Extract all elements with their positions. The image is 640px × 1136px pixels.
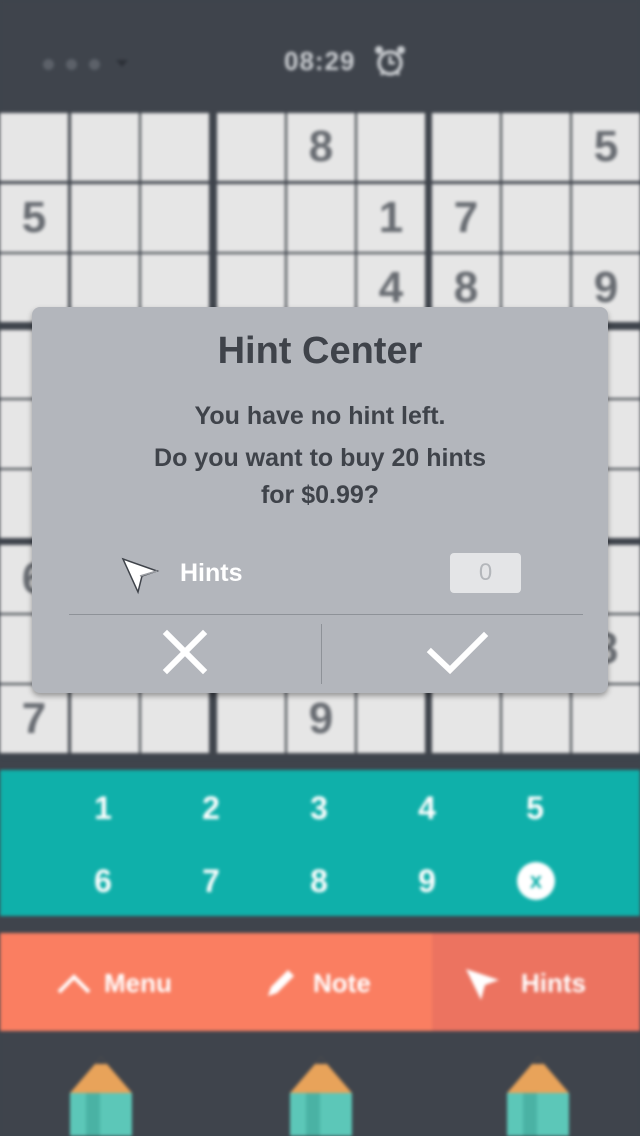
sudoku-cell[interactable] (71, 184, 139, 252)
sudoku-cell[interactable] (141, 685, 209, 753)
key-2[interactable]: 2 (181, 790, 241, 827)
cursor-arrow-icon (466, 969, 499, 1000)
sudoku-cell[interactable] (502, 685, 570, 753)
pencil-graphic (70, 1057, 132, 1136)
pencil-icon (268, 970, 294, 996)
sudoku-cell[interactable] (217, 184, 285, 252)
key-5[interactable]: 5 (505, 790, 565, 827)
chevron-down-icon (116, 60, 128, 67)
key-7[interactable]: 7 (181, 863, 241, 900)
sudoku-cell[interactable] (502, 184, 570, 252)
sudoku-cell[interactable] (217, 113, 285, 181)
dialog-divider (69, 614, 583, 615)
dialog-button-divider (321, 624, 322, 684)
sudoku-cell[interactable] (71, 685, 139, 753)
sudoku-cell[interactable]: 8 (287, 113, 355, 181)
dialog-hints-label: Hints (180, 559, 243, 587)
sudoku-cell[interactable] (141, 113, 209, 181)
alarm-clock-icon[interactable] (372, 43, 408, 79)
sudoku-cell[interactable]: 5 (0, 184, 68, 252)
sudoku-cell[interactable] (432, 113, 500, 181)
sudoku-cell[interactable] (432, 685, 500, 753)
checkmark-icon (426, 631, 489, 675)
key-4[interactable]: 4 (397, 790, 457, 827)
key-3[interactable]: 3 (289, 790, 349, 827)
sudoku-cell[interactable] (572, 184, 640, 252)
sudoku-cell[interactable] (502, 113, 570, 181)
sudoku-cell[interactable] (71, 113, 139, 181)
sudoku-cell[interactable] (217, 685, 285, 753)
sudoku-cell[interactable] (572, 685, 640, 753)
sudoku-cell[interactable] (0, 113, 68, 181)
key-9[interactable]: 9 (397, 863, 457, 900)
dialog-message-line-3: for $0.99? (260, 481, 380, 509)
sudoku-cell[interactable]: 5 (572, 113, 640, 181)
dialog-message-line-1: You have no hint left. (194, 402, 446, 430)
sudoku-cell[interactable]: 9 (287, 685, 355, 753)
erase-icon[interactable]: x (517, 862, 555, 900)
key-6[interactable]: 6 (73, 863, 133, 900)
cursor-arrow-icon (121, 557, 160, 595)
note-button[interactable]: Note (313, 968, 371, 999)
pencil-graphic (290, 1057, 352, 1136)
sudoku-cell[interactable]: 1 (357, 184, 425, 252)
page-dots[interactable] (43, 57, 128, 75)
chevron-up-icon (57, 974, 91, 994)
sudoku-cell[interactable]: 7 (432, 184, 500, 252)
sudoku-cell[interactable]: 7 (0, 685, 68, 753)
confirm-button[interactable] (412, 620, 502, 686)
cancel-button[interactable] (140, 620, 230, 686)
close-icon (162, 629, 208, 675)
dialog-message-line-2: Do you want to buy 20 hints (154, 444, 486, 472)
key-8[interactable]: 8 (289, 863, 349, 900)
sudoku-cell[interactable] (357, 685, 425, 753)
sudoku-cell[interactable] (141, 184, 209, 252)
hints-count-badge: 0 (450, 553, 521, 593)
pencil-decoration (0, 1031, 640, 1136)
sudoku-cell[interactable] (357, 113, 425, 181)
dialog-title: Hint Center (217, 330, 423, 372)
pencil-graphic (507, 1057, 569, 1136)
key-1[interactable]: 1 (73, 790, 133, 827)
menu-button[interactable]: Menu (104, 968, 172, 999)
game-timer: 08:29 (284, 46, 356, 76)
top-bar: 08:29 (0, 0, 640, 113)
sudoku-cell[interactable] (287, 184, 355, 252)
hints-button[interactable]: Hints (521, 968, 586, 999)
